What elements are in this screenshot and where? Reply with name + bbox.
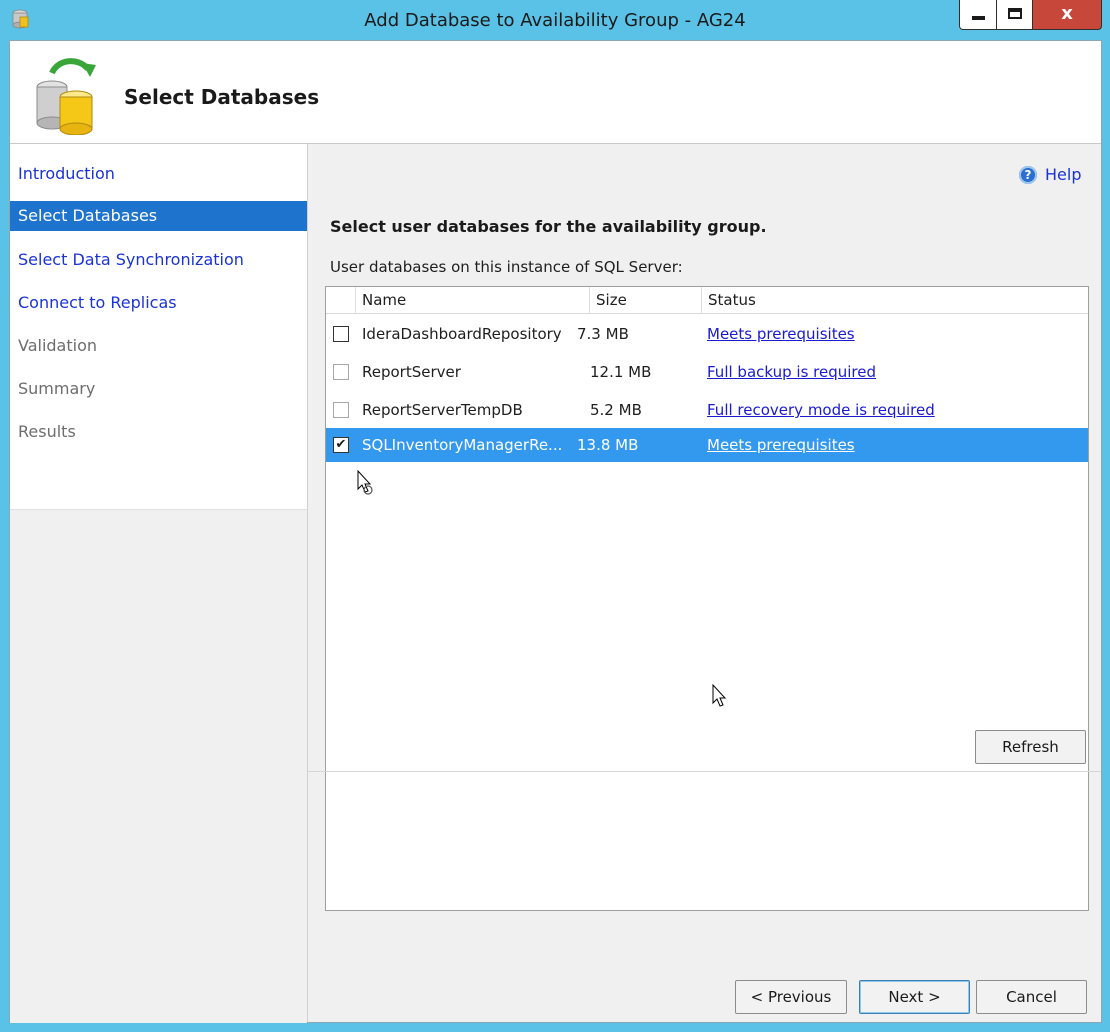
cursor-arrow-icon <box>712 684 727 707</box>
next-button[interactable]: Next > <box>859 980 970 1014</box>
table-row[interactable]: ReportServerTempDB 5.2 MB Full recovery … <box>326 393 1088 427</box>
window-frame: Add Database to Availability Group - AG2… <box>0 0 1110 1032</box>
row-name: ReportServer <box>362 363 461 381</box>
minimize-button[interactable] <box>959 0 997 30</box>
title-bar[interactable]: Add Database to Availability Group - AG2… <box>0 0 1110 40</box>
help-link[interactable]: Help <box>1045 165 1081 184</box>
refresh-button[interactable]: Refresh <box>975 730 1086 764</box>
nav-item-introduction[interactable]: Introduction <box>10 159 307 189</box>
page-banner: Select Databases <box>10 41 1101 144</box>
nav-divider <box>307 144 308 1022</box>
row-name: ReportServerTempDB <box>362 401 523 419</box>
row-size: 5.2 MB <box>590 401 642 419</box>
row-size: 12.1 MB <box>590 363 652 381</box>
row-checkbox <box>333 402 349 418</box>
close-button[interactable]: x <box>1032 0 1102 30</box>
table-row-selected[interactable]: ✔ SQLInventoryManagerRe... 13.8 MB Meets… <box>326 428 1088 462</box>
row-status-link[interactable]: Full recovery mode is required <box>707 393 935 427</box>
list-header: Name Size Status <box>326 287 1088 314</box>
column-header-status[interactable]: Status <box>702 287 1088 313</box>
previous-button[interactable]: < Previous <box>735 980 847 1014</box>
window-title: Add Database to Availability Group - AG2… <box>364 10 746 31</box>
minimize-icon <box>972 16 985 20</box>
database-sync-icon <box>36 58 96 135</box>
row-checkbox <box>333 364 349 380</box>
cursor-busy-icon <box>357 470 373 495</box>
column-header-name[interactable]: Name <box>356 287 590 313</box>
database-list[interactable]: Name Size Status IderaDashboardRepositor… <box>325 286 1089 911</box>
row-size: 7.3 MB <box>577 325 629 343</box>
maximize-button[interactable] <box>996 0 1033 30</box>
close-icon: x <box>1061 3 1073 24</box>
list-label: User databases on this instance of SQL S… <box>330 258 683 276</box>
cancel-button[interactable]: Cancel <box>976 980 1087 1014</box>
page-title: Select Databases <box>124 85 320 109</box>
row-checkbox[interactable]: ✔ <box>333 437 349 453</box>
nav-item-validation: Validation <box>18 336 98 355</box>
nav-panel-lower <box>10 509 307 1023</box>
row-status-link[interactable]: Meets prerequisites <box>707 317 855 351</box>
header-checkbox-column <box>326 287 356 313</box>
row-size: 13.8 MB <box>577 436 639 454</box>
nav-item-select-data-synchronization[interactable]: Select Data Synchronization <box>10 245 307 275</box>
table-row[interactable]: IderaDashboardRepository 7.3 MB Meets pr… <box>326 317 1088 351</box>
column-header-size[interactable]: Size <box>590 287 702 313</box>
section-heading: Select user databases for the availabili… <box>330 217 767 236</box>
row-status-link[interactable]: Full backup is required <box>707 355 876 389</box>
nav-item-select-databases[interactable]: Select Databases <box>10 201 307 231</box>
maximize-icon <box>1008 8 1022 19</box>
nav-item-connect-to-replicas[interactable]: Connect to Replicas <box>10 288 307 318</box>
table-row[interactable]: ReportServer 12.1 MB Full backup is requ… <box>326 355 1088 389</box>
nav-item-summary: Summary <box>18 379 96 398</box>
help-icon[interactable]: ? <box>1019 166 1037 184</box>
row-checkbox[interactable] <box>333 326 349 342</box>
row-name: SQLInventoryManagerRe... <box>362 436 563 454</box>
wizard-nav: Introduction Select Databases Select Dat… <box>10 144 307 1023</box>
footer-separator <box>308 771 1101 772</box>
row-status-link[interactable]: Meets prerequisites <box>707 428 855 462</box>
row-name: IderaDashboardRepository <box>362 325 562 343</box>
nav-item-results: Results <box>18 422 76 441</box>
